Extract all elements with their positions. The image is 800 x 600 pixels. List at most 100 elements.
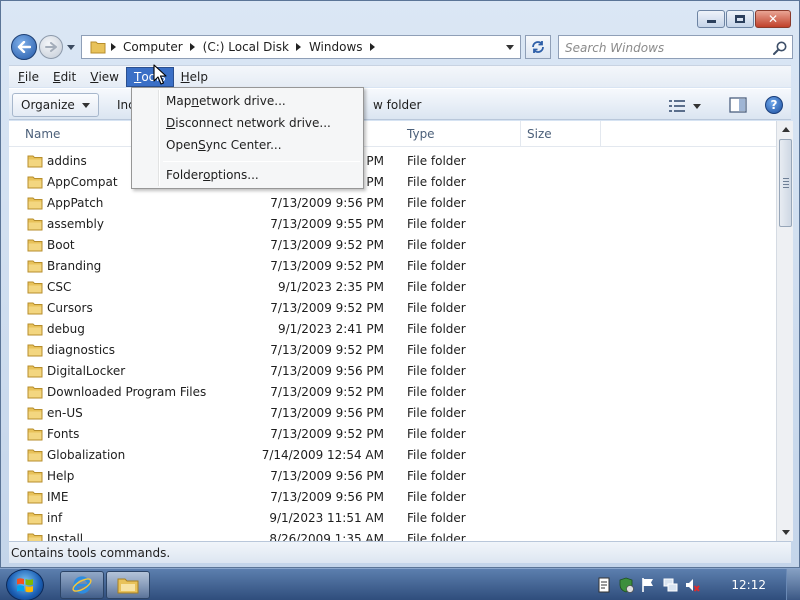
table-row[interactable]: Downloaded Program Files 7/13/2009 9:52 P… (9, 382, 776, 403)
table-row[interactable]: AppCompat PM File folder (9, 172, 776, 193)
table-row[interactable]: Fonts 7/13/2009 9:52 PM File folder (9, 424, 776, 445)
table-row[interactable]: Branding 7/13/2009 9:52 PM File folder (9, 256, 776, 277)
recent-pages-button[interactable] (66, 42, 76, 52)
menu-map-network-drive[interactable]: Map n etwork drive... (135, 90, 360, 112)
table-row[interactable]: assembly 7/13/2009 9:55 PM File folder (9, 214, 776, 235)
table-row[interactable]: en-US 7/13/2009 9:56 PM File folder (9, 403, 776, 424)
close-button[interactable]: ✕ (755, 10, 791, 28)
menu-view[interactable]: View (83, 67, 126, 87)
back-button[interactable] (11, 34, 37, 60)
forward-button[interactable] (39, 35, 63, 59)
menu-help[interactable]: Help (174, 67, 215, 87)
file-name: IME (47, 490, 69, 504)
file-date: 8/26/2009 1:35 AM (269, 532, 384, 541)
file-type: File folder (407, 532, 466, 541)
breadcrumb-local-disk[interactable]: (C:) Local Disk (200, 36, 292, 58)
search-input[interactable] (565, 40, 765, 55)
column-type[interactable]: Type (401, 121, 521, 147)
preview-pane-icon[interactable] (729, 97, 747, 113)
action-center-flag-icon[interactable] (640, 577, 656, 593)
minimize-button[interactable] (697, 10, 725, 28)
clock[interactable]: 12:12 (731, 578, 766, 592)
show-desktop-button[interactable] (786, 569, 800, 600)
file-date: 7/13/2009 9:55 PM (270, 217, 384, 231)
arrow-right-icon (45, 42, 57, 52)
file-name: Downloaded Program Files (47, 385, 207, 399)
breadcrumb-arrow-icon[interactable] (366, 43, 380, 51)
network-icon[interactable] (662, 577, 678, 593)
file-name: Globalization (47, 448, 126, 462)
address-dropdown-button[interactable] (502, 39, 518, 55)
security-shield-icon[interactable] (618, 577, 634, 593)
volume-muted-icon[interactable] (684, 577, 700, 593)
file-type: File folder (407, 238, 466, 252)
menu-edit[interactable]: Edit (46, 67, 83, 87)
breadcrumb-arrow-icon[interactable] (292, 43, 306, 51)
folder-icon (27, 154, 43, 168)
document-icon[interactable] (596, 577, 612, 593)
table-row[interactable]: IME 7/13/2009 9:56 PM File folder (9, 487, 776, 508)
chevron-down-icon (781, 530, 790, 535)
menu-disconnect-network-drive[interactable]: Disconnect network drive... (135, 112, 360, 134)
table-row[interactable]: AppPatch 7/13/2009 9:56 PM File folder (9, 193, 776, 214)
table-row[interactable]: Globalization 7/14/2009 12:54 AM File fold… (9, 445, 776, 466)
folder-icon (27, 322, 43, 336)
refresh-button[interactable] (525, 35, 551, 59)
scroll-down-button[interactable] (777, 524, 794, 541)
breadcrumb-arrow-icon[interactable] (186, 43, 200, 51)
taskbar-windows-explorer[interactable] (106, 571, 150, 599)
scroll-up-button[interactable] (777, 121, 794, 138)
file-date: PM (366, 154, 384, 168)
breadcrumb-windows[interactable]: Windows (306, 36, 366, 58)
folder-icon (27, 385, 43, 399)
change-view-button[interactable] (669, 97, 709, 115)
menu-folder-options[interactable]: Folder o ptions... (135, 164, 360, 186)
folder-icon (27, 364, 43, 378)
new-folder-button[interactable]: w folder (373, 98, 421, 112)
table-row[interactable]: CSC 9/1/2023 2:35 PM File folder (9, 277, 776, 298)
breadcrumb-arrow-icon[interactable] (106, 43, 120, 51)
close-icon: ✕ (767, 12, 779, 26)
taskbar-internet-explorer[interactable] (60, 571, 104, 599)
table-row[interactable]: Boot 7/13/2009 9:52 PM File folder (9, 235, 776, 256)
folder-icon (27, 280, 43, 294)
command-bar: Organize Inc w folder ? (9, 88, 791, 120)
file-date: 7/13/2009 9:52 PM (270, 259, 384, 273)
table-row[interactable]: Install 8/26/2009 1:35 AM File folder (9, 529, 776, 541)
address-bar[interactable]: Computer (C:) Local Disk Windows (81, 35, 521, 59)
table-row[interactable]: Cursors 7/13/2009 9:52 PM File folder (9, 298, 776, 319)
table-row[interactable]: DigitalLocker 7/13/2009 9:56 PM File folde… (9, 361, 776, 382)
status-bar: Contains tools commands. (9, 541, 791, 563)
file-date: 7/13/2009 9:56 PM (270, 196, 384, 210)
file-name: CSC (47, 280, 72, 294)
folder-icon (117, 578, 139, 594)
table-row[interactable]: inf 9/1/2023 11:51 AM File folder (9, 508, 776, 529)
folder-icon (90, 41, 106, 54)
start-button[interactable] (6, 569, 44, 600)
help-icon[interactable]: ? (765, 96, 783, 114)
menu-open-sync-center[interactable]: Open Sync Center... (135, 134, 360, 156)
breadcrumb-computer[interactable]: Computer (120, 36, 186, 58)
table-row[interactable]: Help 7/13/2009 9:56 PM File folder (9, 466, 776, 487)
file-date: 9/1/2023 2:41 PM (277, 322, 384, 336)
organize-button[interactable]: Organize (12, 93, 99, 117)
table-row[interactable]: debug 9/1/2023 2:41 PM File folder (9, 319, 776, 340)
search-box[interactable] (558, 35, 793, 59)
maximize-button[interactable] (726, 10, 754, 28)
folder-icon (27, 301, 43, 315)
file-type: File folder (407, 511, 466, 525)
table-row[interactable]: diagnostics 7/13/2009 9:52 PM File folder (9, 340, 776, 361)
file-type: File folder (407, 322, 466, 336)
table-row[interactable]: addins PM File folder (9, 151, 776, 172)
file-date: 7/13/2009 9:56 PM (270, 364, 384, 378)
scroll-thumb[interactable] (779, 139, 792, 227)
menu-file[interactable]: File (11, 67, 46, 87)
folder-icon (27, 217, 43, 231)
vertical-scrollbar[interactable] (776, 121, 793, 541)
column-size[interactable]: Size (521, 121, 601, 147)
file-type: File folder (407, 154, 466, 168)
file-type: File folder (407, 259, 466, 273)
explorer-window: ✕ Computer (C:) Local Disk Windows Searc… (0, 0, 800, 568)
search-icon[interactable] (772, 40, 788, 56)
file-name: debug (47, 322, 85, 336)
